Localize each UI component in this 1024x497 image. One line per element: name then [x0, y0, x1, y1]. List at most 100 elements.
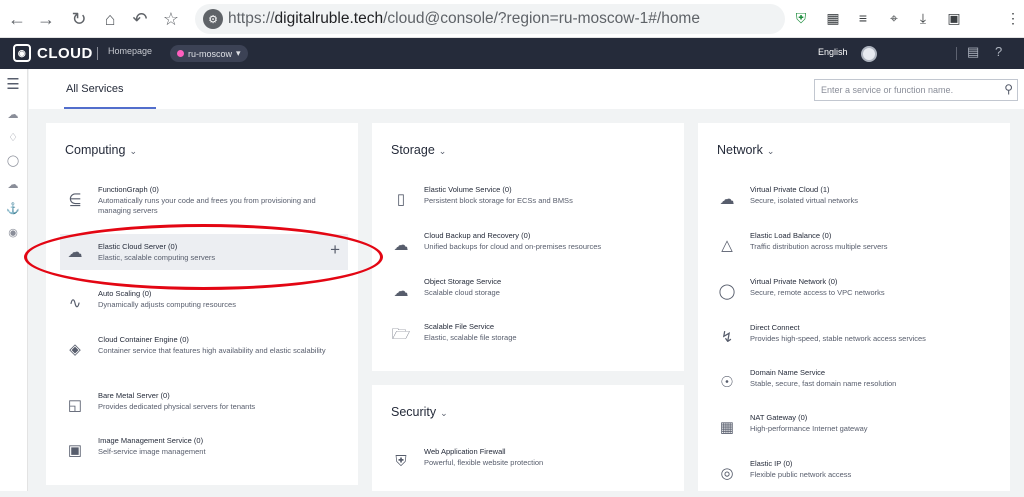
reload-icon[interactable]: ↻ — [66, 6, 92, 32]
balance-icon[interactable]: ⚓ — [6, 201, 20, 215]
home-icon[interactable]: ⌂ — [97, 6, 123, 32]
cloud-server-icon: ☁ — [67, 244, 83, 261]
network-title[interactable]: Network ⌄ — [717, 143, 774, 157]
service-desc: Powerful, flexible website protection — [424, 458, 544, 467]
service-desc: Stable, secure, fast domain name resolut… — [750, 379, 897, 388]
shield-extension-icon[interactable]: ⛨ — [792, 9, 810, 27]
service-name[interactable]: Elastic Load Balance (0) — [750, 231, 831, 240]
chevron-down-icon: ⌄ — [766, 146, 775, 156]
service-desc: Provides dedicated physical servers for … — [98, 402, 256, 411]
settings-icon[interactable]: ◉ — [6, 225, 20, 239]
service-cloud-container-engine[interactable]: ◈ Cloud Container Engine (0) Container s… — [60, 335, 348, 373]
service-functiongraph[interactable]: ⋸ FunctionGraph (0) Automatically runs y… — [60, 185, 348, 219]
service-domain-name[interactable]: ☉ Domain Name Service Stable, secure, fa… — [712, 368, 1000, 406]
cloud-server-icon[interactable]: ☁ — [6, 107, 20, 121]
service-nat-gateway[interactable]: ▦ NAT Gateway (0) High-performance Inter… — [712, 413, 1000, 451]
service-image-management[interactable]: ▣ Image Management Service (0) Self-serv… — [60, 436, 348, 474]
service-web-application-firewall[interactable]: ⛨ Web Application Firewall Powerful, fle… — [386, 447, 674, 485]
homepage-link[interactable]: Homepage — [108, 46, 152, 56]
object-storage-icon: ☁ — [393, 283, 409, 300]
container-icon: ◈ — [69, 341, 81, 358]
cloud-logo[interactable]: ◉ CLOUD — [13, 43, 93, 63]
crop-icon[interactable]: ⌖ — [885, 9, 903, 27]
service-name[interactable]: Virtual Private Cloud (1) — [750, 185, 830, 194]
active-tab-underline — [64, 107, 156, 109]
menu-icon[interactable]: ☰ — [6, 76, 20, 93]
service-name[interactable]: Domain Name Service — [750, 368, 825, 377]
disk-icon[interactable]: ◯ — [6, 153, 20, 167]
service-name[interactable]: Object Storage Service — [424, 277, 501, 286]
auto-scaling-icon: ∿ — [68, 295, 82, 312]
service-name[interactable]: Cloud Container Engine (0) — [98, 335, 189, 344]
computing-title[interactable]: Computing ⌄ — [65, 143, 137, 157]
service-name[interactable]: Image Management Service (0) — [98, 436, 203, 445]
service-elastic-ip[interactable]: ◎ Elastic IP (0) Flexible public network… — [712, 459, 1000, 497]
address-bar[interactable]: ⚙ https://digitalruble.tech/cloud@consol… — [195, 4, 785, 34]
cloud-logo-icon: ◉ — [13, 44, 31, 62]
more-menu-icon[interactable]: ⋮ — [1004, 9, 1022, 27]
service-auto-scaling[interactable]: ∿ Auto Scaling (0) Dynamically adjusts c… — [60, 289, 348, 327]
grid-extension-icon[interactable]: ▦ — [824, 9, 842, 27]
service-desc: Automatically runs your code and frees y… — [98, 196, 316, 215]
site-info-icon[interactable]: ⚙ — [203, 9, 223, 29]
service-name[interactable]: Auto Scaling (0) — [98, 289, 151, 298]
language-selector[interactable]: English — [818, 47, 848, 57]
search-input[interactable] — [815, 80, 995, 100]
volume-icon: ▯ — [396, 191, 406, 208]
service-virtual-private-network[interactable]: ◯ Virtual Private Network (0) Secure, re… — [712, 277, 1000, 315]
help-icon[interactable]: ? — [995, 44, 1002, 59]
url-text[interactable]: https://digitalruble.tech/cloud@console/… — [228, 10, 700, 28]
download-icon[interactable]: ⤓ — [914, 9, 932, 27]
service-name[interactable]: Direct Connect — [750, 323, 800, 332]
globe-icon: ☉ — [720, 374, 734, 391]
service-name[interactable]: Virtual Private Network (0) — [750, 277, 837, 286]
region-selector[interactable]: ru-moscow ▾ — [170, 45, 248, 62]
security-title[interactable]: Security ⌄ — [391, 405, 448, 419]
service-name[interactable]: Elastic IP (0) — [750, 459, 792, 468]
service-elastic-load-balance[interactable]: △ Elastic Load Balance (0) Traffic distr… — [712, 231, 1000, 269]
service-object-storage[interactable]: ☁ Object Storage Service Scalable cloud … — [386, 277, 674, 315]
vpc-icon: ☁ — [719, 191, 735, 208]
gateway-icon: ▦ — [719, 419, 735, 436]
service-elastic-volume[interactable]: ▯ Elastic Volume Service (0) Persistent … — [386, 185, 674, 223]
service-search: ⚲ — [814, 79, 1018, 101]
direct-connect-icon: ↯ — [720, 329, 734, 346]
console-topbar: ◉ CLOUD Homepage ru-moscow ▾ English ▤ ? — [0, 38, 1024, 69]
service-name[interactable]: Web Application Firewall — [424, 447, 506, 456]
service-name[interactable]: Cloud Backup and Recovery (0) — [424, 231, 530, 240]
service-elastic-cloud-server[interactable]: ☁ Elastic Cloud Server (0) Elastic, scal… — [60, 234, 348, 270]
avatar[interactable] — [861, 46, 877, 62]
service-virtual-private-cloud[interactable]: ☁ Virtual Private Cloud (1) Secure, isol… — [712, 185, 1000, 223]
network-card: Network ⌄ ☁ Virtual Private Cloud (1) Sec… — [698, 123, 1010, 491]
ip-icon: ◎ — [720, 465, 734, 482]
sidepanel-icon[interactable]: ▣ — [945, 9, 963, 27]
chevron-down-icon: ⌄ — [438, 146, 447, 156]
service-desc: Scalable cloud storage — [424, 288, 500, 297]
service-bare-metal-server[interactable]: ◱ Bare Metal Server (0) Provides dedicat… — [60, 391, 348, 429]
service-name[interactable]: Bare Metal Server (0) — [98, 391, 170, 400]
service-scalable-file[interactable]: 🗁 Scalable File Service Elastic, scalabl… — [386, 322, 674, 360]
service-name[interactable]: Elastic Volume Service (0) — [424, 185, 512, 194]
service-name[interactable]: Elastic Cloud Server (0) — [98, 242, 177, 251]
undo-icon[interactable]: ↶ — [127, 6, 153, 32]
service-name[interactable]: NAT Gateway (0) — [750, 413, 807, 422]
storage-title[interactable]: Storage ⌄ — [391, 143, 446, 157]
service-direct-connect[interactable]: ↯ Direct Connect Provides high-speed, st… — [712, 323, 1000, 361]
service-name[interactable]: FunctionGraph (0) — [98, 185, 159, 194]
sidebar: ☰ ☁ ♢ ◯ ☁ ⚓ ◉ — [0, 69, 28, 491]
add-favorite-plus-icon[interactable]: + — [330, 240, 340, 260]
playlist-icon[interactable]: ≡ — [854, 9, 872, 27]
bar-chart-icon[interactable]: ▤ — [967, 44, 979, 60]
service-name[interactable]: Scalable File Service — [424, 322, 494, 331]
backup-cloud-icon: ☁ — [393, 237, 409, 254]
service-desc: Secure, isolated virtual networks — [750, 196, 858, 205]
bookmark-star-icon[interactable]: ☆ — [158, 6, 184, 32]
forward-icon[interactable]: → — [33, 6, 59, 32]
cluster-icon[interactable]: ♢ — [6, 130, 20, 144]
back-icon[interactable]: ← — [4, 6, 30, 32]
search-icon[interactable]: ⚲ — [1004, 82, 1013, 96]
tab-all-services[interactable]: All Services — [66, 83, 123, 95]
service-cloud-backup[interactable]: ☁ Cloud Backup and Recovery (0) Unified … — [386, 231, 674, 269]
chevron-down-icon: ⌄ — [129, 146, 137, 156]
cloud-icon[interactable]: ☁ — [6, 177, 20, 191]
